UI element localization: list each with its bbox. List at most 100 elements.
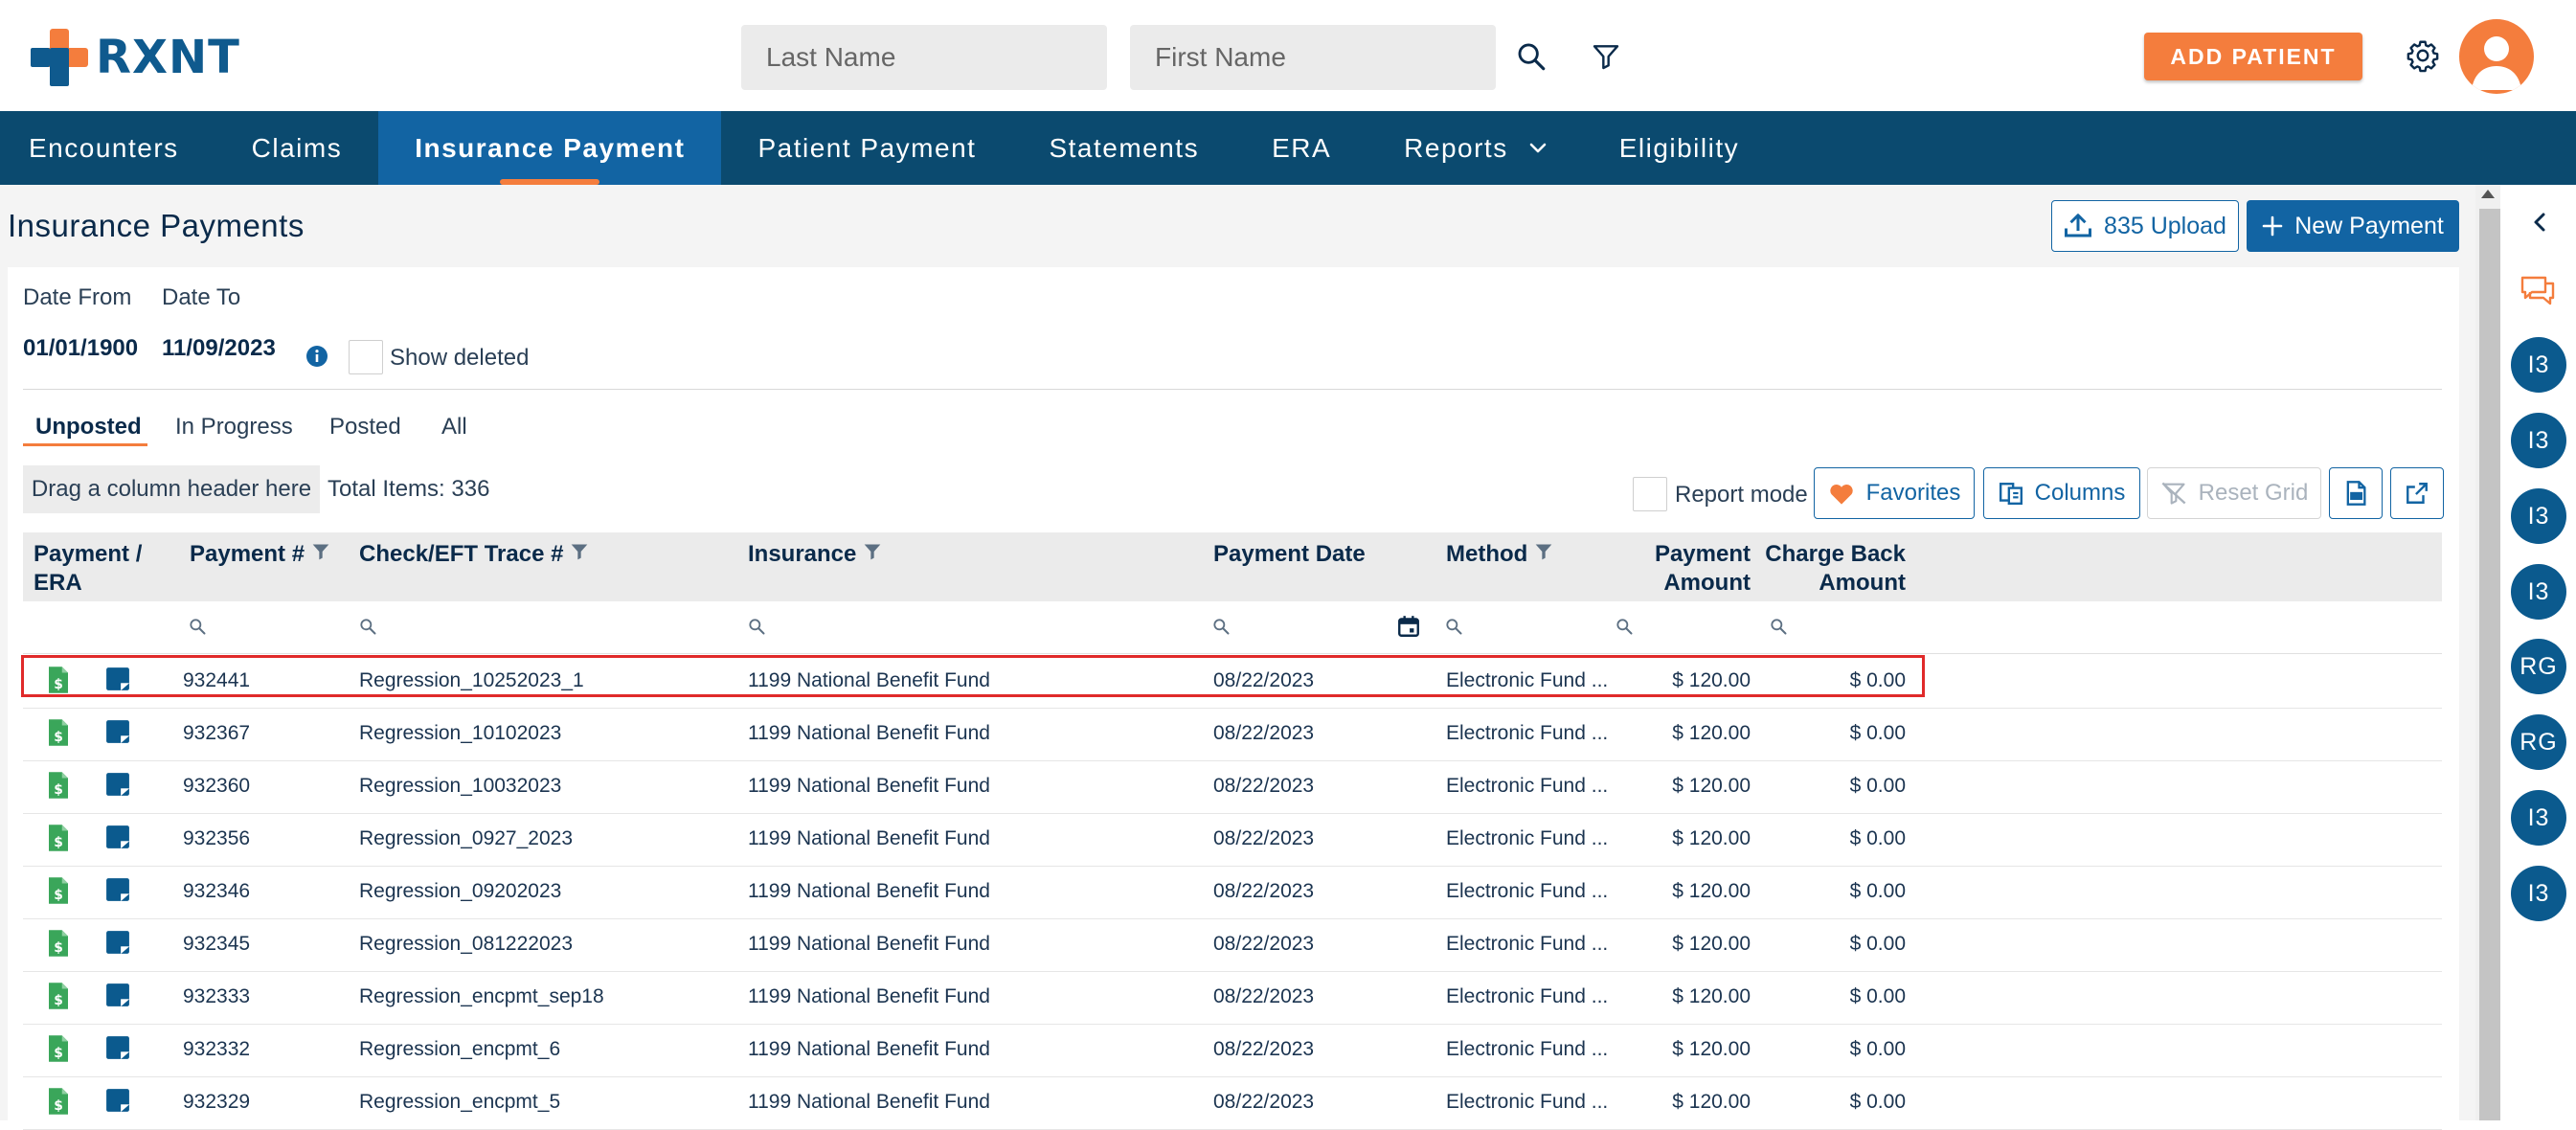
- cell-payment-no[interactable]: 932329: [183, 1091, 250, 1114]
- column-filter-icon[interactable]: [1534, 542, 1553, 561]
- nav-eligibility[interactable]: Eligibility: [1583, 111, 1775, 185]
- payment-dollar-icon[interactable]: $: [46, 1034, 71, 1063]
- rail-user-badge[interactable]: RG: [2511, 639, 2566, 694]
- table-row[interactable]: $932356 Regression_0927_2023 1199 National…: [23, 813, 2442, 867]
- date-info-button[interactable]: [305, 345, 328, 373]
- cell-payment-no[interactable]: 932332: [183, 1038, 250, 1061]
- date-to-value[interactable]: 11/09/2023: [162, 335, 276, 362]
- col-method[interactable]: Method: [1446, 540, 1553, 569]
- rail-user-badge[interactable]: I3: [2511, 564, 2566, 620]
- add-patient-button[interactable]: ADD PATIENT: [2144, 33, 2362, 80]
- search-icon[interactable]: [358, 617, 377, 636]
- era-document-icon[interactable]: [105, 983, 130, 1007]
- show-deleted-checkbox[interactable]: [349, 340, 383, 374]
- col-payment-amount[interactable]: Payment Amount: [1651, 540, 1751, 598]
- table-row[interactable]: $932329 Regression_encpmt_5 1199 National …: [23, 1076, 2442, 1130]
- group-by-drop-zone[interactable]: Drag a column header here: [23, 465, 320, 513]
- column-filter-icon[interactable]: [311, 542, 330, 561]
- rxnt-logo[interactable]: RXNT: [29, 27, 240, 88]
- cell-payment-no[interactable]: 932367: [183, 722, 250, 745]
- payment-dollar-icon[interactable]: $: [46, 982, 71, 1010]
- tab-unposted[interactable]: Unposted: [35, 414, 142, 441]
- user-avatar[interactable]: [2459, 19, 2534, 94]
- table-row[interactable]: $932360 Regression_10032023 1199 National …: [23, 760, 2442, 814]
- column-filter-icon[interactable]: [570, 542, 589, 561]
- nav-statements[interactable]: Statements: [1012, 111, 1235, 185]
- table-row[interactable]: $932441 Regression_10252023_1 1199 Nationa…: [23, 655, 2442, 709]
- settings-button[interactable]: [2402, 34, 2444, 77]
- cell-payment-no[interactable]: 932345: [183, 933, 250, 956]
- favorites-button[interactable]: Favorites: [1814, 467, 1975, 519]
- reset-grid-button[interactable]: Reset Grid: [2147, 467, 2321, 519]
- era-document-icon[interactable]: [105, 1088, 130, 1113]
- search-icon[interactable]: [1444, 617, 1463, 636]
- col-payment-no[interactable]: Payment #: [190, 540, 330, 569]
- era-document-icon[interactable]: [105, 1035, 130, 1060]
- table-row[interactable]: $932346 Regression_09202023 1199 National …: [23, 866, 2442, 919]
- upload-835-button[interactable]: 835 Upload: [2051, 200, 2239, 252]
- export-button[interactable]: [2390, 467, 2444, 519]
- search-icon[interactable]: [188, 617, 207, 636]
- era-document-icon[interactable]: [105, 825, 130, 849]
- col-charge-back[interactable]: Charge Back Amount: [1747, 540, 1906, 598]
- era-document-icon[interactable]: [105, 719, 130, 744]
- era-document-icon[interactable]: [105, 930, 130, 955]
- payment-dollar-icon[interactable]: $: [46, 929, 71, 958]
- cell-payment-no[interactable]: 932346: [183, 880, 250, 903]
- cell-payment-no[interactable]: 932333: [183, 985, 250, 1008]
- rail-user-badge[interactable]: I3: [2511, 866, 2566, 921]
- report-mode-checkbox[interactable]: [1633, 477, 1667, 511]
- rail-user-badge[interactable]: I3: [2511, 488, 2566, 544]
- era-document-icon[interactable]: [105, 667, 130, 691]
- nav-insurance-payment[interactable]: Insurance Payment: [378, 111, 722, 185]
- col-insurance[interactable]: Insurance: [748, 540, 882, 569]
- payment-dollar-icon[interactable]: $: [46, 876, 71, 905]
- search-button[interactable]: [1511, 36, 1551, 77]
- last-name-input[interactable]: [741, 25, 1107, 90]
- scrollbar-thumb[interactable]: [2479, 209, 2500, 1120]
- era-document-icon[interactable]: [105, 877, 130, 902]
- search-icon[interactable]: [1211, 617, 1231, 636]
- columns-button[interactable]: Columns: [1983, 467, 2140, 519]
- filter-button[interactable]: [1586, 36, 1626, 77]
- cell-payment-no[interactable]: 932356: [183, 827, 250, 850]
- rail-user-badge[interactable]: I3: [2511, 790, 2566, 846]
- nav-patient-payment[interactable]: Patient Payment: [721, 111, 1012, 185]
- rail-user-badge[interactable]: RG: [2511, 714, 2566, 770]
- column-filter-icon[interactable]: [863, 542, 882, 561]
- col-check-trace[interactable]: Check/EFT Trace #: [359, 540, 589, 569]
- payment-dollar-icon[interactable]: $: [46, 771, 71, 800]
- search-icon[interactable]: [747, 617, 766, 636]
- new-payment-button[interactable]: New Payment: [2247, 200, 2459, 252]
- payment-dollar-icon[interactable]: $: [46, 1087, 71, 1116]
- search-icon[interactable]: [1615, 617, 1634, 636]
- tab-in-progress[interactable]: In Progress: [175, 414, 293, 441]
- tab-posted[interactable]: Posted: [329, 414, 401, 441]
- collapse-rail-button[interactable]: [2524, 207, 2555, 237]
- payment-dollar-icon[interactable]: $: [46, 824, 71, 852]
- cell-payment-no[interactable]: 932441: [183, 669, 250, 692]
- calendar-icon[interactable]: [1396, 614, 1421, 639]
- csv-export-button[interactable]: [2329, 467, 2383, 519]
- nav-claims[interactable]: Claims: [215, 111, 379, 185]
- date-from-value[interactable]: 01/01/1900: [23, 335, 138, 362]
- table-row[interactable]: $932333 Regression_encpmt_sep18 1199 Natio…: [23, 971, 2442, 1025]
- col-payment-era[interactable]: Payment / ERA: [34, 540, 142, 598]
- col-payment-date[interactable]: Payment Date: [1213, 540, 1366, 569]
- nav-encounters[interactable]: Encounters: [0, 111, 215, 185]
- payment-dollar-icon[interactable]: $: [46, 718, 71, 747]
- scroll-up-arrow[interactable]: [2481, 190, 2495, 198]
- rail-user-badge[interactable]: I3: [2511, 413, 2566, 468]
- rail-user-badge[interactable]: I3: [2511, 337, 2566, 393]
- nav-reports[interactable]: Reports: [1367, 111, 1583, 185]
- search-icon[interactable]: [1769, 617, 1788, 636]
- era-document-icon[interactable]: [105, 772, 130, 797]
- first-name-input[interactable]: [1130, 25, 1496, 90]
- nav-era[interactable]: ERA: [1235, 111, 1367, 185]
- payment-dollar-icon[interactable]: $: [46, 666, 71, 694]
- tab-all[interactable]: All: [441, 414, 467, 441]
- cell-payment-no[interactable]: 932360: [183, 775, 250, 798]
- chat-button[interactable]: [2519, 272, 2557, 310]
- table-row[interactable]: $932367 Regression_10102023 1199 National …: [23, 708, 2442, 761]
- table-row[interactable]: $932345 Regression_081222023 1199 National…: [23, 918, 2442, 972]
